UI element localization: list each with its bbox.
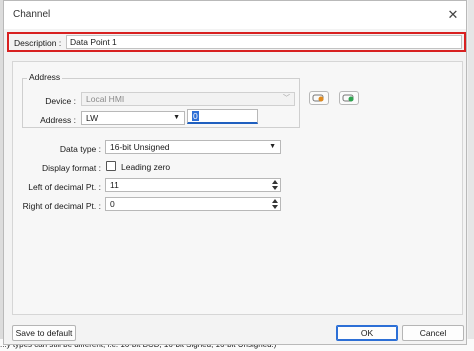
data-type-value: 16-bit Unsigned xyxy=(110,142,170,152)
chevron-down-icon: ﹀ xyxy=(283,95,290,102)
data-type-label: Data type : xyxy=(59,144,101,154)
leading-zero-label: Leading zero xyxy=(121,162,171,172)
device-settings-icon xyxy=(312,94,324,102)
spin-arrows-icon[interactable] xyxy=(271,180,279,190)
leading-zero-checkbox[interactable] xyxy=(106,161,116,171)
right-decimal-label: Right of decimal Pt. : xyxy=(22,201,101,211)
display-format-label: Display format : xyxy=(41,163,101,173)
address-type-select[interactable]: LW ▼ xyxy=(81,111,185,125)
right-decimal-value: 0 xyxy=(110,199,115,209)
dialog-title: Channel xyxy=(13,9,51,20)
device-settings-button[interactable] xyxy=(309,91,329,105)
save-to-default-button[interactable]: Save to default xyxy=(12,325,76,341)
device-select-value: Local HMI xyxy=(86,94,125,104)
dropdown-arrow-icon: ▼ xyxy=(173,114,180,121)
address-type-value: LW xyxy=(86,113,99,123)
right-decimal-spinner[interactable]: 0 xyxy=(105,197,281,211)
channel-dialog: Channel ✕ Description : Data Point 1 Add… xyxy=(3,0,467,345)
left-decimal-spinner[interactable]: 11 xyxy=(105,178,281,192)
device-select[interactable]: Local HMI ﹀ xyxy=(81,92,295,106)
left-decimal-label: Left of decimal Pt. : xyxy=(28,182,101,192)
description-label: Description : xyxy=(14,38,62,48)
dialog-titlebar xyxy=(4,1,466,29)
description-input[interactable]: Data Point 1 xyxy=(66,35,462,49)
add-device-icon xyxy=(342,94,354,102)
address-group-title: Address xyxy=(27,72,63,82)
ok-button[interactable]: OK xyxy=(336,325,398,341)
device-label: Device : xyxy=(45,96,76,106)
background-app-right-edge xyxy=(468,0,474,351)
cancel-button[interactable]: Cancel xyxy=(402,325,464,341)
left-decimal-value: 11 xyxy=(110,180,119,190)
data-type-select[interactable]: 16-bit Unsigned ▼ xyxy=(105,140,281,154)
spin-arrows-icon[interactable] xyxy=(271,199,279,209)
address-input-value: 0 xyxy=(192,111,199,121)
close-icon[interactable]: ✕ xyxy=(444,6,462,24)
address-input[interactable]: 0 xyxy=(187,109,258,124)
address-label: Address : xyxy=(40,115,76,125)
add-device-button[interactable] xyxy=(339,91,359,105)
dropdown-arrow-icon: ▼ xyxy=(269,143,276,150)
